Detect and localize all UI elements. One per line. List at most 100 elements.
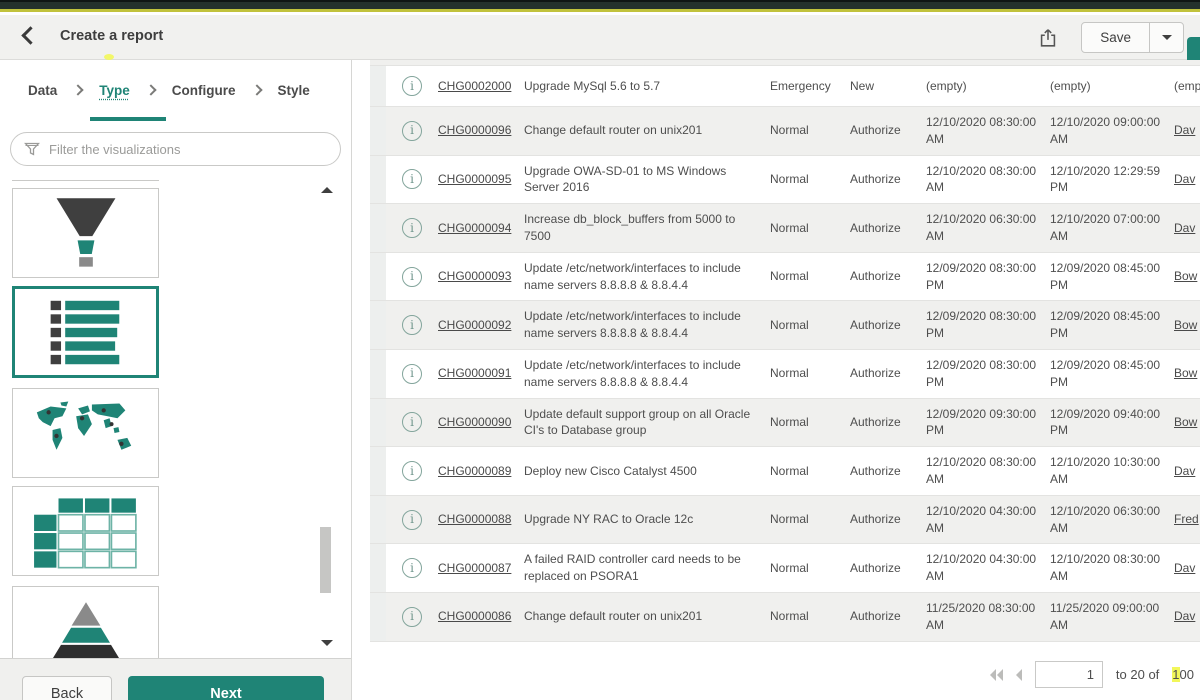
- world-map-icon: [27, 396, 145, 470]
- step-configure[interactable]: Configure: [172, 83, 236, 98]
- change-number-link[interactable]: CHG0000092: [438, 318, 511, 332]
- pagination-total: 100: [1172, 667, 1194, 682]
- change-number-cell: CHG0000095: [438, 164, 524, 195]
- assigned-to-cell: Dav: [1174, 601, 1200, 632]
- change-number-cell: CHG0000086: [438, 601, 524, 632]
- chevron-right-icon: [73, 84, 84, 95]
- info-icon[interactable]: i: [402, 461, 422, 481]
- assigned-to-link[interactable]: Dav: [1174, 123, 1195, 137]
- change-number-link[interactable]: CHG0000095: [438, 172, 511, 186]
- assigned-to-cell: Bow: [1174, 310, 1200, 341]
- end-date: 12/10/2020 12:29:59PM: [1050, 156, 1174, 204]
- change-number-cell: CHG0000094: [438, 213, 524, 244]
- change-number-link[interactable]: CHG0000096: [438, 123, 511, 137]
- priority: Normal: [770, 456, 850, 487]
- header-actions: Save: [1037, 15, 1184, 60]
- assigned-to-cell: Fred: [1174, 504, 1200, 535]
- save-split-button: Save: [1081, 22, 1184, 53]
- scroll-down-icon[interactable]: [321, 640, 333, 646]
- assigned-to-link[interactable]: Dav: [1174, 464, 1195, 478]
- info-icon[interactable]: i: [402, 510, 422, 530]
- report-preview-area: iCHG0002000Upgrade MySql 5.6 to 5.7Emerg…: [353, 60, 1200, 700]
- table-row: iCHG0000090Update default support group …: [370, 399, 1200, 448]
- info-icon[interactable]: i: [402, 412, 422, 432]
- change-number-link[interactable]: CHG0000089: [438, 464, 511, 478]
- change-number-link[interactable]: CHG0000091: [438, 366, 511, 380]
- state: Authorize: [850, 164, 926, 195]
- info-icon[interactable]: i: [402, 364, 422, 384]
- short-description: Increase db_block_buffers from 5000 to 7…: [524, 204, 770, 252]
- info-cell: i: [386, 600, 438, 634]
- table-row: iCHG0000086Change default router on unix…: [370, 593, 1200, 642]
- previous-page-icon[interactable]: [1016, 669, 1022, 681]
- priority: Normal: [770, 407, 850, 438]
- priority: Normal: [770, 553, 850, 584]
- row-gutter: [370, 204, 386, 252]
- row-gutter: [370, 544, 386, 592]
- assigned-to-link[interactable]: Dav: [1174, 172, 1195, 186]
- info-icon[interactable]: i: [402, 267, 422, 287]
- info-icon[interactable]: i: [402, 169, 422, 189]
- chevron-right-icon: [251, 84, 262, 95]
- save-dropdown-button[interactable]: [1149, 23, 1183, 52]
- assigned-to-link[interactable]: Dav: [1174, 221, 1195, 235]
- share-icon[interactable]: [1037, 27, 1059, 49]
- heatmap-icon: [30, 492, 142, 570]
- change-number-link[interactable]: CHG0002000: [438, 79, 511, 93]
- assigned-to-link[interactable]: Bow: [1174, 366, 1197, 380]
- step-data[interactable]: Data: [28, 83, 57, 98]
- info-icon[interactable]: i: [402, 558, 422, 578]
- info-icon[interactable]: i: [402, 121, 422, 141]
- table-row: iCHG0000088Upgrade NY RAC to Oracle 12cN…: [370, 496, 1200, 545]
- change-number-link[interactable]: CHG0000087: [438, 561, 511, 575]
- assigned-to-cell: Dav: [1174, 456, 1200, 487]
- table-row: iCHG0002000Upgrade MySql 5.6 to 5.7Emerg…: [370, 66, 1200, 107]
- end-date: 12/10/2020 09:00:00AM: [1050, 107, 1174, 155]
- scrollbar-thumb[interactable]: [320, 527, 331, 593]
- viz-list-scrollbar[interactable]: [318, 185, 334, 648]
- change-number-link[interactable]: CHG0000088: [438, 512, 511, 526]
- state: New: [850, 71, 926, 102]
- state: Authorize: [850, 601, 926, 632]
- assigned-to-link[interactable]: Bow: [1174, 318, 1197, 332]
- viz-type-list[interactable]: [12, 286, 159, 378]
- step-type[interactable]: Type: [99, 83, 130, 98]
- next-button[interactable]: Next: [128, 676, 324, 700]
- info-icon[interactable]: i: [402, 218, 422, 238]
- assigned-to-cell: Dav: [1174, 164, 1200, 195]
- first-page-icon[interactable]: [990, 669, 1003, 681]
- assigned-to-cell: Dav: [1174, 115, 1200, 146]
- back-arrow-icon[interactable]: [21, 26, 39, 44]
- change-number-link[interactable]: CHG0000090: [438, 415, 511, 429]
- viz-type-heatmap[interactable]: [12, 486, 159, 576]
- short-description: Update /etc/network/interfaces to includ…: [524, 350, 770, 398]
- back-button[interactable]: Back: [22, 676, 112, 700]
- assigned-to-link[interactable]: Bow: [1174, 269, 1197, 283]
- filter-funnel-icon: [24, 141, 40, 157]
- app-header: Create a report Save: [0, 15, 1200, 60]
- viz-type-world-map[interactable]: [12, 388, 159, 478]
- change-number-link[interactable]: CHG0000086: [438, 609, 511, 623]
- viz-type-funnel[interactable]: [12, 188, 159, 278]
- page-number-input[interactable]: [1035, 661, 1103, 688]
- change-number-link[interactable]: CHG0000094: [438, 221, 511, 235]
- priority: Normal: [770, 164, 850, 195]
- step-style[interactable]: Style: [278, 83, 310, 98]
- info-icon[interactable]: i: [402, 607, 422, 627]
- row-gutter: [370, 399, 386, 447]
- assigned-to-link[interactable]: Fred: [1174, 512, 1199, 526]
- row-gutter: [370, 350, 386, 398]
- filter-input[interactable]: [49, 142, 327, 157]
- priority: Normal: [770, 504, 850, 535]
- start-date: 12/09/2020 09:30:00PM: [926, 399, 1050, 447]
- scroll-up-icon[interactable]: [321, 187, 333, 193]
- info-icon[interactable]: i: [402, 76, 422, 96]
- assigned-to-link[interactable]: Bow: [1174, 415, 1197, 429]
- assigned-to-link[interactable]: Dav: [1174, 561, 1195, 575]
- info-icon[interactable]: i: [402, 315, 422, 335]
- change-number-link[interactable]: CHG0000093: [438, 269, 511, 283]
- assigned-to-link[interactable]: Dav: [1174, 609, 1195, 623]
- save-button[interactable]: Save: [1082, 23, 1149, 52]
- assigned-to-cell: (empty): [1174, 71, 1200, 102]
- pagination-range-label: to 20 of: [1116, 667, 1159, 682]
